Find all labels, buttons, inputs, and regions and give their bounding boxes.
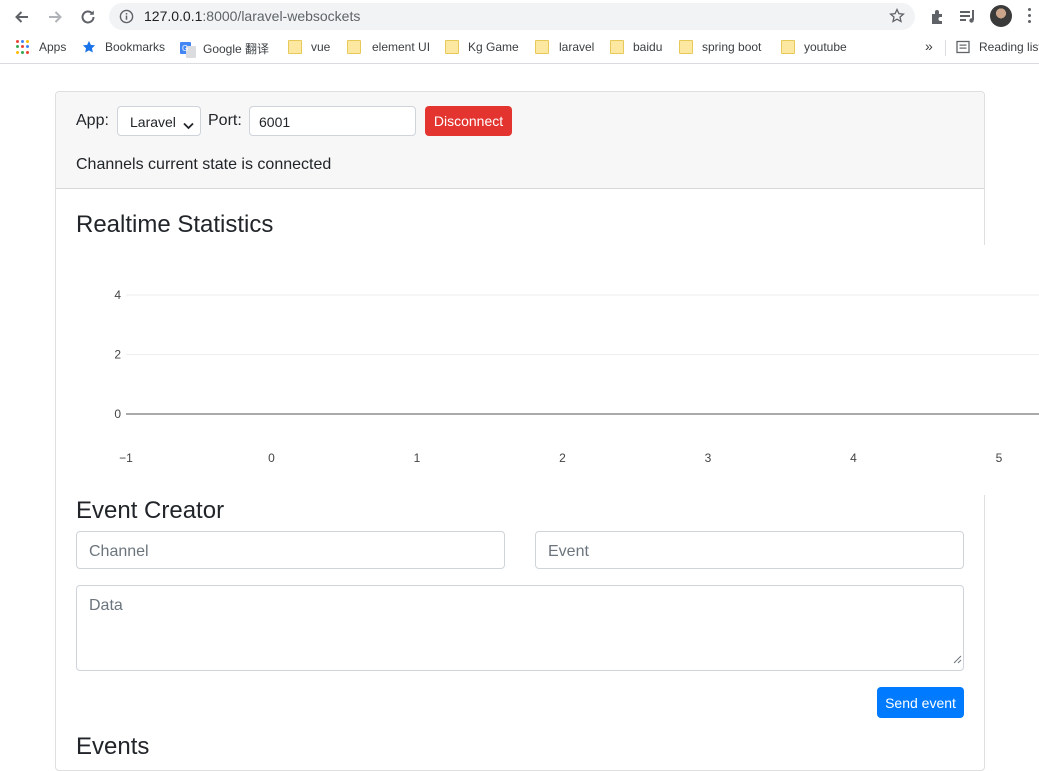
x-tick-label: 0 bbox=[268, 451, 275, 465]
folder-icon bbox=[610, 40, 624, 54]
bookmarks-bar: Apps Bookmarks G Google 翻译 vue element U… bbox=[0, 33, 1039, 64]
address-bar[interactable]: 127.0.0.1:8000/laravel-websockets bbox=[109, 3, 915, 30]
apps-grid-icon bbox=[16, 40, 30, 54]
reading-list-icon bbox=[956, 40, 970, 54]
media-queue-icon[interactable] bbox=[958, 6, 978, 26]
bookmark-star-icon[interactable] bbox=[889, 7, 905, 29]
bookmarks-overflow-button[interactable]: » bbox=[925, 38, 933, 54]
bookmark-bookmarks[interactable]: Bookmarks bbox=[82, 40, 165, 54]
bookmark-vue[interactable]: vue bbox=[288, 40, 330, 54]
url-host: 127.0.0.1 bbox=[144, 8, 203, 24]
bookmark-laravel[interactable]: laravel bbox=[535, 40, 594, 54]
app-select[interactable]: Laravel bbox=[117, 106, 201, 136]
realtime-statistics-title: Realtime Statistics bbox=[76, 211, 274, 238]
reload-icon[interactable] bbox=[75, 4, 101, 30]
bookmark-youtube[interactable]: youtube bbox=[781, 40, 847, 54]
back-arrow-icon[interactable] bbox=[9, 4, 35, 30]
chart-svg: 0 2 4 −1 0 1 2 3 4 5 bbox=[114, 288, 1039, 465]
bookmark-label: Bookmarks bbox=[105, 40, 166, 54]
data-textarea[interactable]: Data bbox=[76, 585, 964, 671]
bookmark-label: Google 翻译 bbox=[203, 42, 270, 56]
url-path: :8000/laravel-websockets bbox=[202, 8, 361, 24]
reading-list-label: Reading list bbox=[979, 40, 1039, 54]
svg-text:G: G bbox=[182, 44, 188, 53]
x-tick-label: 1 bbox=[414, 451, 421, 465]
port-label: Port: bbox=[208, 112, 242, 129]
app-select-value: Laravel bbox=[130, 114, 176, 130]
data-placeholder: Data bbox=[89, 597, 123, 614]
bookmark-baidu[interactable]: baidu bbox=[610, 40, 662, 54]
x-tick-label: 3 bbox=[705, 451, 712, 465]
bookmark-label: spring boot bbox=[702, 40, 762, 54]
x-tick-label: 2 bbox=[559, 451, 566, 465]
folder-icon bbox=[445, 40, 459, 54]
y-tick-label: 2 bbox=[114, 348, 121, 362]
y-tick-label: 4 bbox=[114, 288, 121, 302]
forward-arrow-icon[interactable] bbox=[42, 4, 68, 30]
x-tick-label: 5 bbox=[996, 451, 1003, 465]
overflow-chevron-icon: » bbox=[925, 38, 933, 54]
bookmark-element-ui[interactable]: element UI bbox=[347, 40, 430, 54]
bookmark-label: element UI bbox=[372, 40, 431, 54]
events-title: Events bbox=[76, 733, 150, 760]
bookmarks-divider bbox=[945, 40, 946, 56]
folder-icon bbox=[679, 40, 693, 54]
bookmark-label: baidu bbox=[633, 40, 663, 54]
folder-icon bbox=[347, 40, 361, 54]
star-icon bbox=[82, 40, 96, 54]
x-tick-label: 4 bbox=[850, 451, 857, 465]
bookmark-label: youtube bbox=[804, 40, 847, 54]
browser-menu-icon[interactable] bbox=[1028, 8, 1032, 24]
bookmark-spring-boot[interactable]: spring boot bbox=[679, 40, 761, 54]
channel-input[interactable]: Channel bbox=[76, 531, 505, 569]
disconnect-button[interactable]: Disconnect bbox=[425, 106, 512, 136]
google-translate-icon: G bbox=[180, 41, 196, 58]
x-tick-label: −1 bbox=[119, 451, 133, 465]
card-header: App: Laravel Port: 6001 Disconnect Chann… bbox=[56, 92, 984, 189]
url-text: 127.0.0.1:8000/laravel-websockets bbox=[144, 8, 360, 24]
event-input[interactable]: Event bbox=[535, 531, 964, 569]
chevron-down-icon bbox=[183, 117, 194, 133]
bookmark-label: laravel bbox=[559, 40, 595, 54]
bookmark-google-translate[interactable]: G Google 翻译 bbox=[180, 40, 270, 58]
bookmark-label: Kg Game bbox=[468, 40, 519, 54]
reading-list-button[interactable]: Reading list bbox=[956, 40, 1039, 54]
folder-icon bbox=[288, 40, 302, 54]
connection-state-text: Channels current state is connected bbox=[76, 156, 332, 173]
browser-toolbar: 127.0.0.1:8000/laravel-websockets bbox=[0, 0, 1039, 33]
app-label: App: bbox=[76, 112, 109, 129]
y-tick-label: 0 bbox=[114, 407, 121, 421]
extensions-puzzle-icon[interactable] bbox=[927, 6, 947, 26]
port-input[interactable]: 6001 bbox=[249, 106, 416, 136]
bookmark-kg-game[interactable]: Kg Game bbox=[445, 40, 519, 54]
send-event-button[interactable]: Send event bbox=[877, 687, 964, 718]
site-info-icon[interactable] bbox=[119, 9, 134, 29]
profile-avatar[interactable] bbox=[990, 5, 1012, 27]
bookmark-apps[interactable]: Apps bbox=[16, 40, 66, 54]
bookmark-label: vue bbox=[311, 40, 331, 54]
resize-handle-icon[interactable] bbox=[953, 651, 962, 669]
folder-icon bbox=[535, 40, 549, 54]
bookmark-label: Apps bbox=[39, 40, 67, 54]
folder-icon bbox=[781, 40, 795, 54]
statistics-chart: 0 2 4 −1 0 1 2 3 4 5 bbox=[76, 245, 1039, 495]
event-creator-title: Event Creator bbox=[76, 497, 225, 524]
